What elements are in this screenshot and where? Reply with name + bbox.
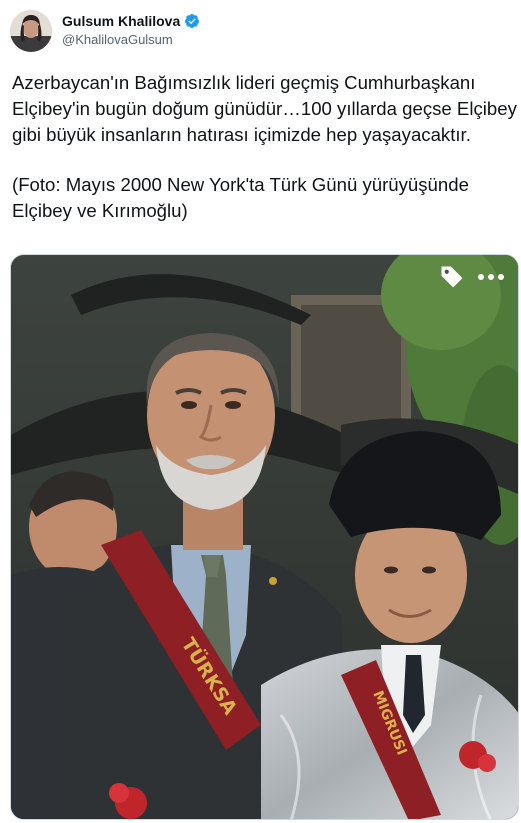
avatar-image — [10, 10, 52, 52]
user-handle[interactable]: @KhalilovaGulsum — [62, 32, 200, 47]
display-name-row: Gulsum Khalilova — [62, 13, 200, 29]
tweet-paragraph-1: Azerbaycan'ın Bağımsızlık lideri geçmiş … — [12, 72, 517, 145]
tweet-card: Gulsum Khalilova @KhalilovaGulsum Azerba… — [0, 0, 521, 823]
avatar[interactable] — [10, 10, 52, 52]
photo-illustration: TÜRKSA MIGRUSI — [11, 255, 518, 819]
tweet-text: Azerbaycan'ın Bağımsızlık lideri geçmiş … — [12, 70, 517, 224]
tweet-photo[interactable]: TÜRKSA MIGRUSI — [10, 254, 519, 820]
more-dots-icon[interactable] — [474, 263, 508, 291]
tweet-header: Gulsum Khalilova @KhalilovaGulsum — [10, 10, 511, 52]
tag-icon[interactable] — [438, 263, 466, 291]
verified-badge-icon — [184, 13, 200, 29]
display-name[interactable]: Gulsum Khalilova — [62, 13, 180, 29]
tweet-paragraph-2: (Foto: Mayıs 2000 New York'ta Türk Günü … — [12, 174, 469, 221]
user-block: Gulsum Khalilova @KhalilovaGulsum — [62, 13, 200, 47]
